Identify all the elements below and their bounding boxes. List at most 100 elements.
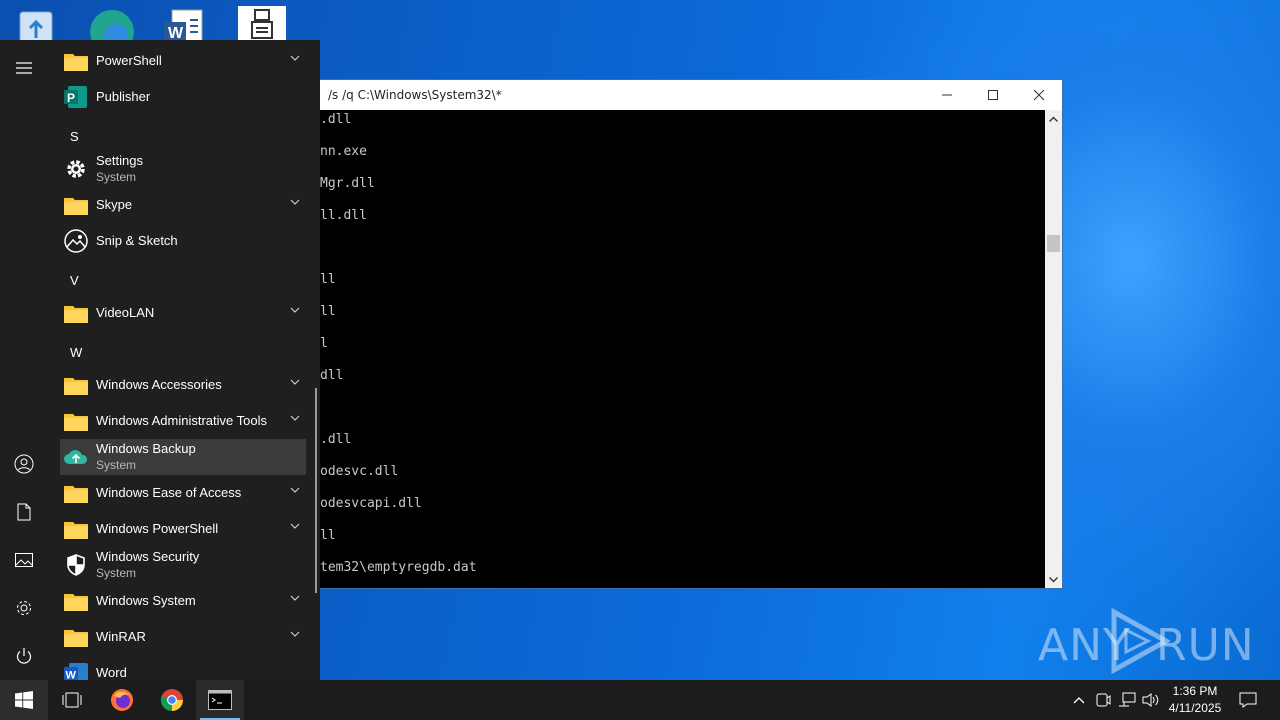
gear-icon	[63, 156, 89, 182]
app-item-windows-backup[interactable]: Windows Backup System	[60, 439, 306, 475]
volume-button[interactable]	[1140, 680, 1162, 720]
chevron-down-icon[interactable]	[290, 307, 300, 313]
application-icon[interactable]	[236, 4, 288, 42]
power-icon[interactable]	[0, 636, 48, 676]
console-line: ll	[320, 528, 336, 543]
console-line: l	[320, 336, 328, 351]
app-label: Windows Accessories	[96, 377, 222, 392]
network-button[interactable]	[1116, 680, 1138, 720]
start-menu[interactable]: PowerShell P Publisher S Settings System …	[0, 40, 320, 680]
publisher-icon: P	[63, 84, 89, 110]
clock[interactable]: 1:36 PM 4/11/2025	[1160, 683, 1230, 717]
app-label: Skype	[96, 197, 133, 212]
console-output[interactable]: .dll nn.exe Mgr.dll ll.dll ll ll l dll .…	[301, 110, 1045, 588]
app-item-windows-ease-of-access[interactable]: Windows Ease of Access	[60, 475, 306, 511]
chevron-down-icon[interactable]	[290, 487, 300, 493]
minimize-button[interactable]	[924, 80, 970, 110]
app-label: Windows Administrative Tools	[96, 413, 267, 428]
start-rail	[0, 40, 48, 680]
cmd-taskbar-button[interactable]	[196, 680, 244, 720]
app-label: Settings	[96, 153, 143, 168]
chrome-button[interactable]	[148, 680, 196, 720]
chevron-down-icon[interactable]	[290, 595, 300, 601]
app-item-settings[interactable]: Settings System	[60, 151, 306, 187]
app-sublabel: System	[96, 566, 137, 580]
speaker-icon	[1142, 693, 1159, 707]
app-label: VideoLAN	[96, 305, 155, 320]
app-item-winrar[interactable]: WinRAR	[60, 619, 306, 655]
app-item-windows-administrative-tools[interactable]: Windows Administrative Tools	[60, 403, 306, 439]
app-item-word[interactable]: W Word	[60, 655, 306, 680]
app-list[interactable]: PowerShell P Publisher S Settings System …	[48, 40, 320, 680]
shield-icon	[63, 552, 89, 578]
scroll-up-arrow-icon[interactable]	[1045, 110, 1062, 127]
cloud-upload-icon	[63, 444, 89, 470]
start-button[interactable]	[0, 680, 48, 720]
console-title: /s /q C:\Windows\System32\*	[328, 88, 502, 102]
maximize-icon	[988, 90, 998, 100]
network-icon	[1119, 692, 1136, 707]
minimize-icon	[942, 94, 952, 96]
meet-now-button[interactable]	[1092, 680, 1114, 720]
task-view-button[interactable]	[48, 680, 96, 720]
app-item-windows-accessories[interactable]: Windows Accessories	[60, 367, 306, 403]
command-prompt-icon	[208, 690, 232, 710]
section-letter-s[interactable]: S	[70, 129, 79, 144]
firefox-icon	[111, 689, 133, 711]
maximize-button[interactable]	[970, 80, 1016, 110]
app-item-windows-powershell[interactable]: Windows PowerShell	[60, 511, 306, 547]
settings-icon[interactable]	[0, 588, 48, 628]
section-letter-w[interactable]: W	[70, 345, 82, 360]
task-view-icon	[62, 692, 82, 708]
app-label: Windows PowerShell	[96, 521, 219, 536]
chevron-down-icon[interactable]	[290, 415, 300, 421]
show-hidden-icons-button[interactable]	[1068, 680, 1090, 720]
notifications-button[interactable]	[1236, 680, 1260, 720]
app-label: Snip & Sketch	[96, 233, 178, 248]
app-label: WinRAR	[96, 629, 146, 644]
app-item-windows-security[interactable]: Windows Security System	[60, 547, 306, 583]
app-label: Windows System	[96, 593, 196, 608]
document-icon[interactable]	[0, 492, 48, 532]
console-titlebar[interactable]: /s /q C:\Windows\System32\*	[301, 80, 1062, 110]
chevron-down-icon[interactable]	[290, 199, 300, 205]
chevron-up-icon	[1073, 697, 1085, 704]
folder-icon	[63, 588, 89, 614]
console-line: Mgr.dll	[320, 176, 375, 191]
folder-icon	[63, 516, 89, 542]
app-label: PowerShell	[96, 53, 162, 68]
app-item-skype[interactable]: Skype	[60, 187, 306, 223]
folder-icon	[63, 300, 89, 326]
clock-date: 4/11/2025	[1168, 701, 1222, 715]
close-icon	[1033, 89, 1045, 101]
recycle-bin-icon[interactable]	[10, 4, 62, 42]
scrollbar-thumb[interactable]	[1047, 235, 1060, 252]
app-item-videolan[interactable]: VideoLAN	[60, 295, 306, 331]
chevron-down-icon[interactable]	[290, 523, 300, 529]
chevron-down-icon[interactable]	[290, 379, 300, 385]
app-item-powershell[interactable]: PowerShell	[60, 43, 306, 79]
chevron-down-icon[interactable]	[290, 631, 300, 637]
console-window[interactable]: /s /q C:\Windows\System32\* .dll nn.exe …	[300, 79, 1063, 589]
app-sublabel: System	[96, 170, 137, 184]
console-line: dll	[320, 368, 344, 383]
pictures-icon[interactable]	[0, 540, 48, 580]
taskbar: 1:36 PM 4/11/2025	[0, 680, 1280, 720]
section-letter-v[interactable]: V	[70, 273, 79, 288]
scroll-down-arrow-icon[interactable]	[1045, 571, 1062, 588]
meet-now-icon	[1096, 693, 1111, 707]
app-item-snip-sketch[interactable]: Snip & Sketch	[60, 223, 306, 259]
app-item-windows-system[interactable]: Windows System	[60, 583, 306, 619]
menu-icon[interactable]	[0, 48, 48, 88]
close-button[interactable]	[1016, 80, 1062, 110]
console-scrollbar[interactable]	[1045, 110, 1062, 588]
word-document-icon[interactable]: W	[160, 4, 212, 42]
edge-icon[interactable]	[86, 4, 138, 42]
user-icon[interactable]	[0, 444, 48, 484]
chevron-down-icon[interactable]	[290, 55, 300, 61]
app-list-scrollbar[interactable]	[315, 388, 317, 593]
app-item-publisher[interactable]: P Publisher	[60, 79, 306, 115]
console-line: .dll	[320, 432, 352, 447]
clock-time: 1:36 PM	[1172, 684, 1218, 698]
firefox-button[interactable]	[98, 680, 146, 720]
